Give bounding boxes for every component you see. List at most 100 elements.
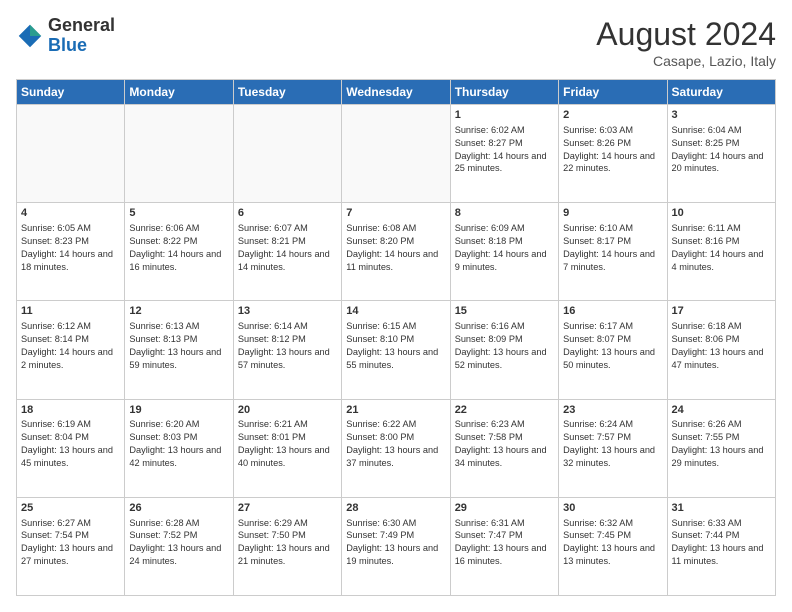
day-number: 17 bbox=[672, 304, 771, 319]
calendar-day-cell: 15Sunrise: 6:16 AM Sunset: 8:09 PM Dayli… bbox=[450, 301, 558, 399]
day-number: 12 bbox=[129, 304, 228, 319]
day-number: 20 bbox=[238, 403, 337, 418]
day-number: 18 bbox=[21, 403, 120, 418]
calendar-week-row: 11Sunrise: 6:12 AM Sunset: 8:14 PM Dayli… bbox=[17, 301, 776, 399]
calendar-day-header: Friday bbox=[559, 80, 667, 105]
header: General Blue August 2024 Casape, Lazio, … bbox=[16, 16, 776, 69]
calendar-day-cell: 13Sunrise: 6:14 AM Sunset: 8:12 PM Dayli… bbox=[233, 301, 341, 399]
calendar-day-cell bbox=[17, 105, 125, 203]
calendar-day-cell: 17Sunrise: 6:18 AM Sunset: 8:06 PM Dayli… bbox=[667, 301, 775, 399]
day-number: 3 bbox=[672, 108, 771, 123]
day-info: Sunrise: 6:14 AM Sunset: 8:12 PM Dayligh… bbox=[238, 320, 337, 372]
day-number: 24 bbox=[672, 403, 771, 418]
day-info: Sunrise: 6:32 AM Sunset: 7:45 PM Dayligh… bbox=[563, 517, 662, 569]
day-info: Sunrise: 6:29 AM Sunset: 7:50 PM Dayligh… bbox=[238, 517, 337, 569]
calendar-day-cell: 27Sunrise: 6:29 AM Sunset: 7:50 PM Dayli… bbox=[233, 497, 341, 595]
month-title: August 2024 bbox=[596, 16, 776, 53]
calendar-day-cell: 25Sunrise: 6:27 AM Sunset: 7:54 PM Dayli… bbox=[17, 497, 125, 595]
subtitle: Casape, Lazio, Italy bbox=[596, 53, 776, 69]
day-info: Sunrise: 6:07 AM Sunset: 8:21 PM Dayligh… bbox=[238, 222, 337, 274]
day-number: 10 bbox=[672, 206, 771, 221]
calendar-day-cell: 14Sunrise: 6:15 AM Sunset: 8:10 PM Dayli… bbox=[342, 301, 450, 399]
calendar-day-cell: 31Sunrise: 6:33 AM Sunset: 7:44 PM Dayli… bbox=[667, 497, 775, 595]
day-info: Sunrise: 6:21 AM Sunset: 8:01 PM Dayligh… bbox=[238, 418, 337, 470]
logo: General Blue bbox=[16, 16, 115, 56]
day-info: Sunrise: 6:09 AM Sunset: 8:18 PM Dayligh… bbox=[455, 222, 554, 274]
day-info: Sunrise: 6:22 AM Sunset: 8:00 PM Dayligh… bbox=[346, 418, 445, 470]
day-info: Sunrise: 6:24 AM Sunset: 7:57 PM Dayligh… bbox=[563, 418, 662, 470]
logo-icon bbox=[16, 22, 44, 50]
calendar-week-row: 4Sunrise: 6:05 AM Sunset: 8:23 PM Daylig… bbox=[17, 203, 776, 301]
calendar-day-cell: 10Sunrise: 6:11 AM Sunset: 8:16 PM Dayli… bbox=[667, 203, 775, 301]
calendar-day-cell: 8Sunrise: 6:09 AM Sunset: 8:18 PM Daylig… bbox=[450, 203, 558, 301]
day-info: Sunrise: 6:20 AM Sunset: 8:03 PM Dayligh… bbox=[129, 418, 228, 470]
calendar-week-row: 18Sunrise: 6:19 AM Sunset: 8:04 PM Dayli… bbox=[17, 399, 776, 497]
calendar-day-cell: 29Sunrise: 6:31 AM Sunset: 7:47 PM Dayli… bbox=[450, 497, 558, 595]
title-block: August 2024 Casape, Lazio, Italy bbox=[596, 16, 776, 69]
calendar-day-cell: 11Sunrise: 6:12 AM Sunset: 8:14 PM Dayli… bbox=[17, 301, 125, 399]
day-number: 8 bbox=[455, 206, 554, 221]
day-number: 9 bbox=[563, 206, 662, 221]
calendar-day-cell: 19Sunrise: 6:20 AM Sunset: 8:03 PM Dayli… bbox=[125, 399, 233, 497]
calendar-day-cell bbox=[342, 105, 450, 203]
day-info: Sunrise: 6:05 AM Sunset: 8:23 PM Dayligh… bbox=[21, 222, 120, 274]
day-info: Sunrise: 6:27 AM Sunset: 7:54 PM Dayligh… bbox=[21, 517, 120, 569]
calendar-day-cell: 9Sunrise: 6:10 AM Sunset: 8:17 PM Daylig… bbox=[559, 203, 667, 301]
day-number: 31 bbox=[672, 501, 771, 516]
day-info: Sunrise: 6:30 AM Sunset: 7:49 PM Dayligh… bbox=[346, 517, 445, 569]
day-info: Sunrise: 6:19 AM Sunset: 8:04 PM Dayligh… bbox=[21, 418, 120, 470]
calendar-week-row: 25Sunrise: 6:27 AM Sunset: 7:54 PM Dayli… bbox=[17, 497, 776, 595]
calendar-day-cell: 26Sunrise: 6:28 AM Sunset: 7:52 PM Dayli… bbox=[125, 497, 233, 595]
calendar-day-cell: 6Sunrise: 6:07 AM Sunset: 8:21 PM Daylig… bbox=[233, 203, 341, 301]
day-number: 25 bbox=[21, 501, 120, 516]
day-info: Sunrise: 6:02 AM Sunset: 8:27 PM Dayligh… bbox=[455, 124, 554, 176]
day-info: Sunrise: 6:03 AM Sunset: 8:26 PM Dayligh… bbox=[563, 124, 662, 176]
day-number: 16 bbox=[563, 304, 662, 319]
day-number: 22 bbox=[455, 403, 554, 418]
calendar-day-cell: 20Sunrise: 6:21 AM Sunset: 8:01 PM Dayli… bbox=[233, 399, 341, 497]
day-number: 11 bbox=[21, 304, 120, 319]
day-number: 13 bbox=[238, 304, 337, 319]
day-number: 6 bbox=[238, 206, 337, 221]
day-info: Sunrise: 6:18 AM Sunset: 8:06 PM Dayligh… bbox=[672, 320, 771, 372]
calendar-day-cell: 21Sunrise: 6:22 AM Sunset: 8:00 PM Dayli… bbox=[342, 399, 450, 497]
calendar-day-header: Thursday bbox=[450, 80, 558, 105]
logo-blue: Blue bbox=[48, 35, 87, 55]
calendar-day-cell: 4Sunrise: 6:05 AM Sunset: 8:23 PM Daylig… bbox=[17, 203, 125, 301]
page: General Blue August 2024 Casape, Lazio, … bbox=[0, 0, 792, 612]
day-info: Sunrise: 6:33 AM Sunset: 7:44 PM Dayligh… bbox=[672, 517, 771, 569]
calendar-day-cell: 16Sunrise: 6:17 AM Sunset: 8:07 PM Dayli… bbox=[559, 301, 667, 399]
day-number: 4 bbox=[21, 206, 120, 221]
calendar-day-cell: 1Sunrise: 6:02 AM Sunset: 8:27 PM Daylig… bbox=[450, 105, 558, 203]
calendar-day-cell bbox=[125, 105, 233, 203]
calendar-day-header: Sunday bbox=[17, 80, 125, 105]
day-number: 1 bbox=[455, 108, 554, 123]
day-number: 28 bbox=[346, 501, 445, 516]
day-info: Sunrise: 6:28 AM Sunset: 7:52 PM Dayligh… bbox=[129, 517, 228, 569]
day-info: Sunrise: 6:13 AM Sunset: 8:13 PM Dayligh… bbox=[129, 320, 228, 372]
calendar-day-cell: 2Sunrise: 6:03 AM Sunset: 8:26 PM Daylig… bbox=[559, 105, 667, 203]
calendar-day-cell: 18Sunrise: 6:19 AM Sunset: 8:04 PM Dayli… bbox=[17, 399, 125, 497]
day-number: 26 bbox=[129, 501, 228, 516]
day-number: 2 bbox=[563, 108, 662, 123]
calendar-day-cell: 3Sunrise: 6:04 AM Sunset: 8:25 PM Daylig… bbox=[667, 105, 775, 203]
day-number: 14 bbox=[346, 304, 445, 319]
day-number: 23 bbox=[563, 403, 662, 418]
calendar-day-header: Monday bbox=[125, 80, 233, 105]
calendar-day-cell: 22Sunrise: 6:23 AM Sunset: 7:58 PM Dayli… bbox=[450, 399, 558, 497]
calendar-day-cell: 30Sunrise: 6:32 AM Sunset: 7:45 PM Dayli… bbox=[559, 497, 667, 595]
day-info: Sunrise: 6:15 AM Sunset: 8:10 PM Dayligh… bbox=[346, 320, 445, 372]
calendar-day-header: Tuesday bbox=[233, 80, 341, 105]
day-info: Sunrise: 6:08 AM Sunset: 8:20 PM Dayligh… bbox=[346, 222, 445, 274]
day-info: Sunrise: 6:23 AM Sunset: 7:58 PM Dayligh… bbox=[455, 418, 554, 470]
calendar-day-cell bbox=[233, 105, 341, 203]
calendar-week-row: 1Sunrise: 6:02 AM Sunset: 8:27 PM Daylig… bbox=[17, 105, 776, 203]
day-info: Sunrise: 6:31 AM Sunset: 7:47 PM Dayligh… bbox=[455, 517, 554, 569]
day-info: Sunrise: 6:17 AM Sunset: 8:07 PM Dayligh… bbox=[563, 320, 662, 372]
day-number: 5 bbox=[129, 206, 228, 221]
calendar-day-cell: 7Sunrise: 6:08 AM Sunset: 8:20 PM Daylig… bbox=[342, 203, 450, 301]
calendar-table: SundayMondayTuesdayWednesdayThursdayFrid… bbox=[16, 79, 776, 596]
day-info: Sunrise: 6:10 AM Sunset: 8:17 PM Dayligh… bbox=[563, 222, 662, 274]
logo-text: General Blue bbox=[48, 16, 115, 56]
day-number: 15 bbox=[455, 304, 554, 319]
